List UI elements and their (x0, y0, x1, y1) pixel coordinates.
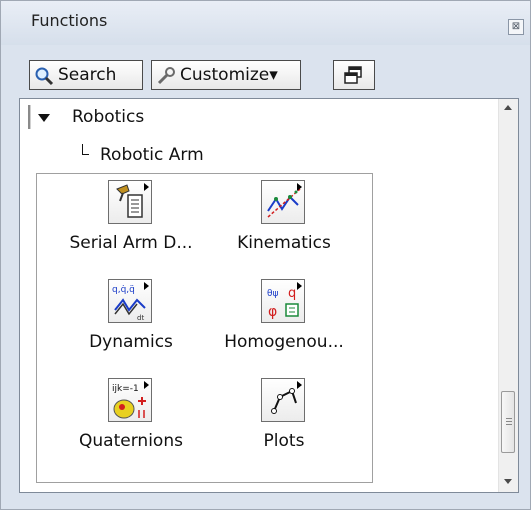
palette-content: Robotics Robotic Arm Serial Arm D... Kin… (19, 98, 519, 493)
quaternions-icon: ijk=-1 (108, 378, 152, 422)
palette-item-kinematics[interactable]: Kinematics (219, 180, 349, 280)
vertical-scrollbar[interactable] (498, 99, 518, 492)
submenu-arrow-icon (144, 282, 149, 290)
submenu-arrow-icon (297, 381, 302, 389)
submenu-arrow-icon (297, 282, 302, 290)
restore-palette-button[interactable] (333, 60, 375, 90)
palette-item-plots[interactable]: Plots (219, 378, 349, 478)
customize-button[interactable]: Customize▾ (151, 60, 301, 90)
palette-item-dynamics[interactable]: q,q̇,q̈ dt Dynamics (66, 279, 196, 379)
submenu-arrow-icon (144, 381, 149, 389)
item-label: Quaternions (79, 431, 183, 451)
palette-windows-icon (344, 66, 362, 84)
tree-grip (28, 105, 31, 129)
quaternions-icon-text: ijk=-1 (112, 384, 139, 394)
subcategory-robotic-arm[interactable]: Robotic Arm (100, 145, 204, 165)
item-label: Dynamics (89, 332, 173, 352)
wrench-icon (157, 67, 175, 85)
search-label: Search (58, 65, 117, 85)
palette-item-quaternions[interactable]: ijk=-1 Quaternions (66, 378, 196, 478)
serial-arm-icon (108, 180, 152, 224)
item-label: Plots (263, 431, 305, 451)
category-robotics[interactable]: Robotics (72, 107, 144, 127)
homogeneous-icon: θψ q φ (261, 279, 305, 323)
dynamics-icon-text: q,q̇,q̈ (112, 285, 135, 295)
palette-item-homogeneous[interactable]: θψ q φ Homogenou... (219, 279, 349, 379)
item-label: Serial Arm D... (69, 233, 193, 253)
submenu-arrow-icon (297, 183, 302, 191)
customize-label: Customize▾ (180, 65, 278, 85)
search-button[interactable]: Search (29, 60, 143, 90)
tree-elbow-icon (82, 144, 89, 155)
grip-icon (506, 418, 512, 419)
functions-palette-window: Functions ⊠ Search Customize▾ Robotics R… (0, 0, 531, 510)
item-label: Kinematics (237, 233, 331, 253)
item-label: Homogenou... (224, 332, 344, 352)
title-bar[interactable]: Functions ⊠ (1, 1, 530, 45)
kinematics-icon (261, 180, 305, 224)
palette-item-serial-arm[interactable]: Serial Arm D... (66, 180, 196, 280)
scroll-down-icon[interactable] (504, 479, 512, 484)
function-grid: Serial Arm D... Kinematics q,q̇,q̈ dt Dy… (36, 173, 373, 483)
scroll-thumb[interactable] (501, 391, 515, 453)
submenu-arrow-icon (144, 183, 149, 191)
close-button[interactable]: ⊠ (508, 19, 524, 35)
svg-text:dt: dt (137, 314, 144, 322)
dynamics-icon: q,q̇,q̈ dt (108, 279, 152, 323)
window-title: Functions (31, 11, 108, 30)
svg-text:φ: φ (268, 304, 277, 320)
collapse-triangle-icon[interactable] (38, 114, 50, 122)
scroll-up-icon[interactable] (504, 105, 512, 110)
plots-icon (261, 378, 305, 422)
svg-text:q: q (288, 286, 296, 301)
svg-text:θψ: θψ (267, 289, 279, 299)
magnifier-icon (35, 67, 54, 86)
